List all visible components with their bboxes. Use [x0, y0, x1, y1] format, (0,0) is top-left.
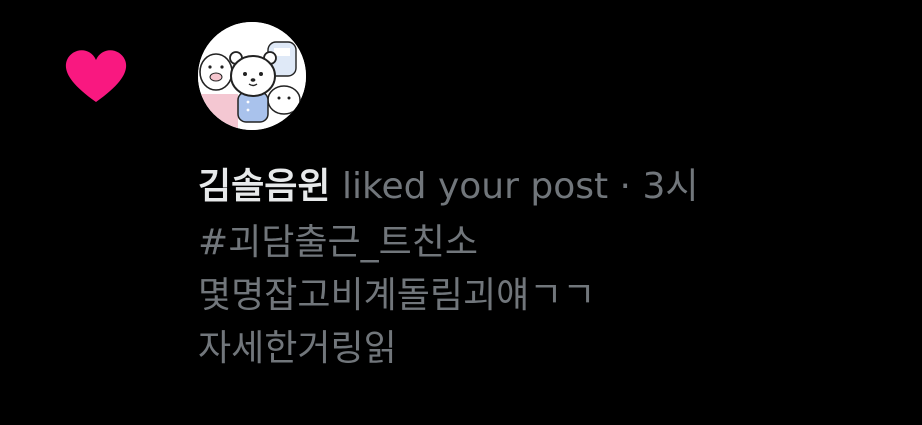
notification-action: liked your post — [341, 166, 609, 207]
notification-headline: 김솔음윈 liked your post · 3시 — [198, 158, 898, 216]
timestamp: 3시 — [642, 166, 699, 207]
liked-post-preview[interactable]: #괴담출근_트친소 몇명잡고비계돌림괴얘ㄱㄱ 자세한거링읽 — [198, 216, 898, 375]
separator-dot: · — [619, 166, 631, 207]
bear-character-icon — [198, 22, 306, 130]
notification-content: 김솔음윈 liked your post · 3시 #괴담출근_트친소 몇명잡고… — [198, 158, 898, 375]
username-link[interactable]: 김솔음윈 — [198, 166, 330, 207]
heart-icon — [63, 46, 129, 104]
user-avatar[interactable] — [198, 22, 306, 130]
post-line: #괴담출근_트친소 — [198, 222, 479, 263]
post-line: 몇명잡고비계돌림괴얘ㄱㄱ — [198, 275, 596, 316]
like-notification[interactable]: 김솔음윈 liked your post · 3시 #괴담출근_트친소 몇명잡고… — [0, 0, 922, 425]
post-line: 자세한거링읽 — [198, 328, 397, 369]
